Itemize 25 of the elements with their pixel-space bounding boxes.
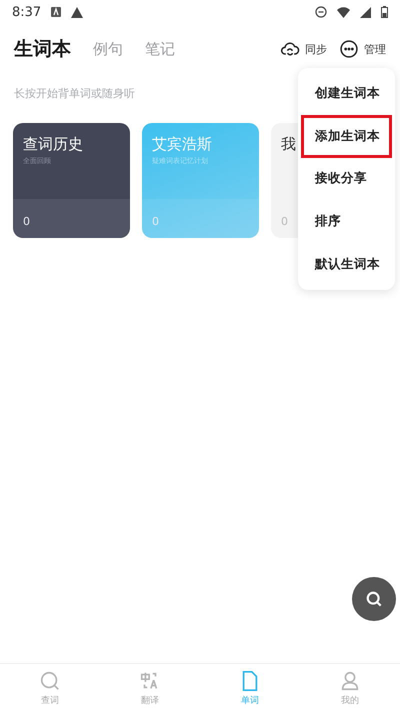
word-count: 0 <box>281 215 288 228</box>
search-icon <box>364 589 384 609</box>
action-label: 同步 <box>305 42 327 56</box>
notification-icon <box>51 7 62 17</box>
person-icon <box>339 670 361 692</box>
word-count: 0 <box>152 215 159 228</box>
status-time: 8:37 <box>12 4 42 20</box>
battery-icon <box>381 6 388 18</box>
manage-button[interactable]: 管理 <box>339 39 386 59</box>
wordbook-title: 我 <box>281 135 296 154</box>
search-button[interactable] <box>352 577 396 621</box>
search-icon <box>39 670 61 692</box>
action-label: 管理 <box>364 42 386 56</box>
more-icon <box>339 39 359 59</box>
wordbook-title: 查词历史 <box>23 135 83 154</box>
dnd-icon <box>315 6 327 18</box>
menu-item[interactable]: 添加生词本 <box>301 114 392 158</box>
hint-text: 长按开始背单词或随身听 <box>13 86 136 101</box>
word-count: 0 <box>23 215 30 228</box>
warning-icon <box>71 6 84 18</box>
sync-button[interactable]: 同步 <box>280 39 327 59</box>
wifi-icon <box>337 6 350 18</box>
signal-icon <box>360 6 371 18</box>
wordbook-title: 艾宾浩斯 <box>152 135 212 154</box>
header-tab[interactable]: 生词本 <box>14 36 71 62</box>
